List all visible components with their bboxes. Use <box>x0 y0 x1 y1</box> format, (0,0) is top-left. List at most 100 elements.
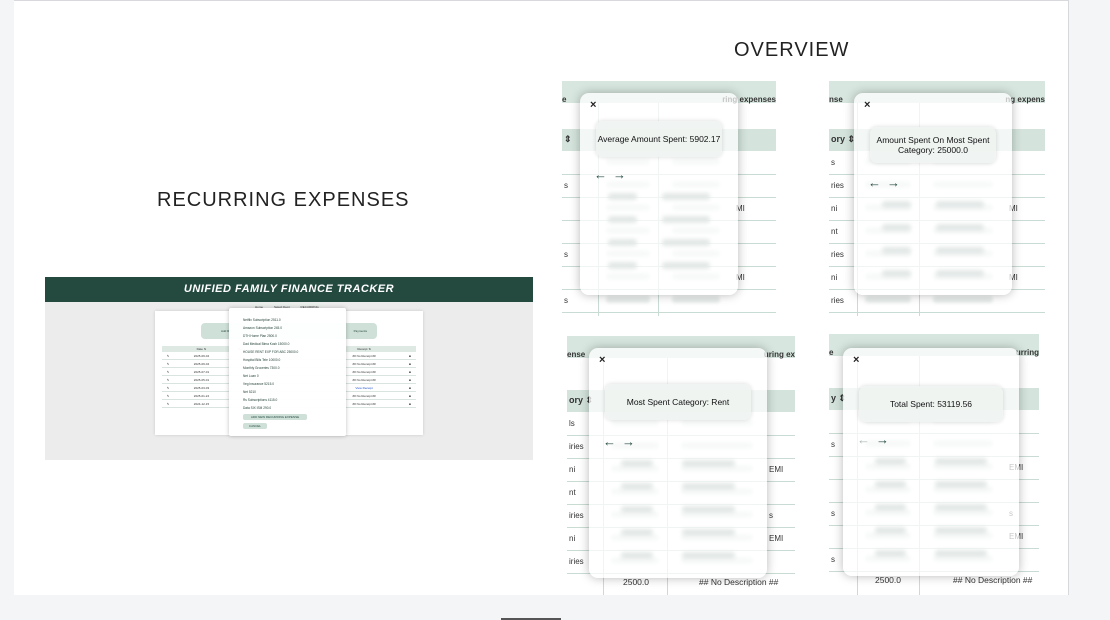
overview-panel: e ring expenses ⇕ s MI s MI s × Average … <box>562 81 776 316</box>
arrow-right-icon[interactable]: → <box>876 432 889 447</box>
trash-icon[interactable]: ■ <box>404 383 416 392</box>
row-category: s <box>831 158 835 167</box>
panel-header-left: e <box>562 95 567 104</box>
blurred-cell <box>933 296 993 303</box>
edit-icon[interactable]: ✎ <box>162 367 174 376</box>
list-item[interactable]: Data SIX ISM 290.0 <box>229 404 346 412</box>
blurred-cell <box>882 201 911 208</box>
overview-panel: e urring y ⇕ s EMI <box>829 334 1039 595</box>
blurred-cell <box>681 552 735 559</box>
list-item[interactable]: DTH Home Plan 2500.0 <box>229 332 346 340</box>
row-category: s <box>564 296 568 305</box>
edit-icon[interactable]: ✎ <box>162 383 174 392</box>
stat-text: Amount Spent On Most Spent Category: 250… <box>876 135 990 155</box>
list-item[interactable]: Amazon Subscription 245.0 <box>229 324 346 332</box>
list-item[interactable]: Net Loan 0 <box>229 372 346 380</box>
list-item[interactable]: Dad Medical Bima Kosh 15000.0 <box>229 340 346 348</box>
page-canvas: RECURRING EXPENSES UNIFIED FAMILY FINANC… <box>14 0 1069 595</box>
stat-text: Average Amount Spent: 5902.17 <box>597 134 721 144</box>
stat-card: Most Spent Category: Rent <box>605 384 751 420</box>
arrow-right-icon[interactable]: → <box>622 434 635 449</box>
row-category: s <box>831 440 835 449</box>
edit-icon[interactable]: ✎ <box>162 399 174 408</box>
blurred-cell <box>882 270 911 277</box>
close-icon[interactable]: × <box>864 99 870 111</box>
blurred-cell <box>621 483 654 490</box>
category-sort-header[interactable]: ory ⇕ <box>831 134 855 145</box>
edit-icon[interactable]: ✎ <box>162 352 174 360</box>
arrow-left-icon[interactable]: ← <box>594 167 607 182</box>
row-description-fragment: EMI <box>769 465 784 474</box>
trash-icon[interactable]: ■ <box>404 367 416 376</box>
row-category: ls <box>569 419 575 428</box>
list-item[interactable]: Monthly Groceries 7300.0 <box>229 364 346 372</box>
list-item[interactable]: Net 5210 <box>229 388 346 396</box>
row-category: ni <box>831 204 838 213</box>
edit-icon[interactable]: ✎ <box>162 391 174 400</box>
list-item[interactable]: Netflix Subscription 2511.0 <box>229 316 346 324</box>
stat-text: Total Spent: 53119.56 <box>889 399 973 409</box>
panel-header-left: e <box>829 348 834 357</box>
stat-nav: ← → <box>868 175 906 190</box>
category-sort-header[interactable]: ⇕ <box>564 134 572 145</box>
panel-header-left: nse <box>829 95 843 104</box>
blurred-cell <box>662 262 710 269</box>
arrow-left-icon[interactable]: ← <box>857 432 870 447</box>
blurred-cell <box>621 529 654 536</box>
blurred-cell <box>874 481 907 488</box>
close-icon[interactable]: × <box>599 354 605 366</box>
trash-icon[interactable]: ■ <box>404 352 416 360</box>
stat-nav: ← → <box>857 432 895 447</box>
list-item[interactable]: Hospital Bills Tele 10000.0 <box>229 356 346 364</box>
blurred-cell <box>681 483 735 490</box>
table-row: 2500.0 ## No Description ## <box>829 312 1045 316</box>
trash-icon[interactable]: ■ <box>404 359 416 368</box>
edit-icon[interactable]: ✎ <box>162 359 174 368</box>
blurred-cell <box>608 193 637 200</box>
blurred-cell <box>672 296 720 303</box>
panel-header-left: ense <box>567 350 586 359</box>
row-amount: 2500.0 <box>875 575 901 585</box>
row-category: ni <box>569 465 576 474</box>
arrow-right-icon[interactable]: → <box>613 167 626 182</box>
close-icon[interactable]: × <box>853 354 859 366</box>
stat-nav: ← → <box>594 167 632 182</box>
trash-icon[interactable]: ■ <box>404 391 416 400</box>
row-category: ries <box>831 296 844 305</box>
blurred-cell <box>934 458 988 465</box>
list-item[interactable]: Veg Insurance 5215.0 <box>229 380 346 388</box>
arrow-right-icon[interactable]: → <box>887 175 900 190</box>
add-recurring-expense-button[interactable]: ADD NEW RECURRING EXPENSE <box>243 414 307 420</box>
trash-icon[interactable]: ■ <box>404 399 416 408</box>
arrow-left-icon[interactable]: ← <box>868 175 881 190</box>
recurring-expenses-title: RECURRING EXPENSES <box>157 189 410 211</box>
blurred-cell <box>874 458 907 465</box>
blurred-cell <box>874 527 907 534</box>
blurred-cell <box>936 270 984 277</box>
edit-icon[interactable]: ✎ <box>162 375 174 384</box>
blurred-cell <box>608 239 637 246</box>
stat-card: Total Spent: 53119.56 <box>859 386 1003 422</box>
stat-modal: × Most Spent Category: Rent ← → <box>589 348 767 578</box>
close-icon[interactable]: × <box>590 99 596 111</box>
cancel-button[interactable]: CANCEL <box>243 423 267 429</box>
trash-icon[interactable]: ■ <box>404 375 416 384</box>
row-category: iries <box>569 511 584 520</box>
blurred-cell <box>621 460 654 467</box>
row-category: ries <box>831 181 844 190</box>
blurred-cell <box>621 506 654 513</box>
stat-text: Most Spent Category: Rent <box>626 397 730 407</box>
blurred-cell <box>874 504 907 511</box>
stat-card: Average Amount Spent: 5902.17 <box>596 121 722 157</box>
blurred-cell <box>681 506 735 513</box>
row-category: ni <box>831 273 838 282</box>
stat-modal: × Amount Spent On Most Spent Category: 2… <box>854 93 1012 295</box>
list-item[interactable]: Rs Subscriptions 4115.0 <box>229 396 346 404</box>
row-description: ## No Description ## <box>699 577 779 587</box>
row-category: iries <box>569 557 584 566</box>
row-description-fragment: s <box>769 511 773 520</box>
row-category: iries <box>569 442 584 451</box>
blurred-cell <box>681 460 735 467</box>
list-item[interactable]: HOUSE RENT EXP FOR ABC 25000.0 <box>229 348 346 356</box>
arrow-left-icon[interactable]: ← <box>603 434 616 449</box>
